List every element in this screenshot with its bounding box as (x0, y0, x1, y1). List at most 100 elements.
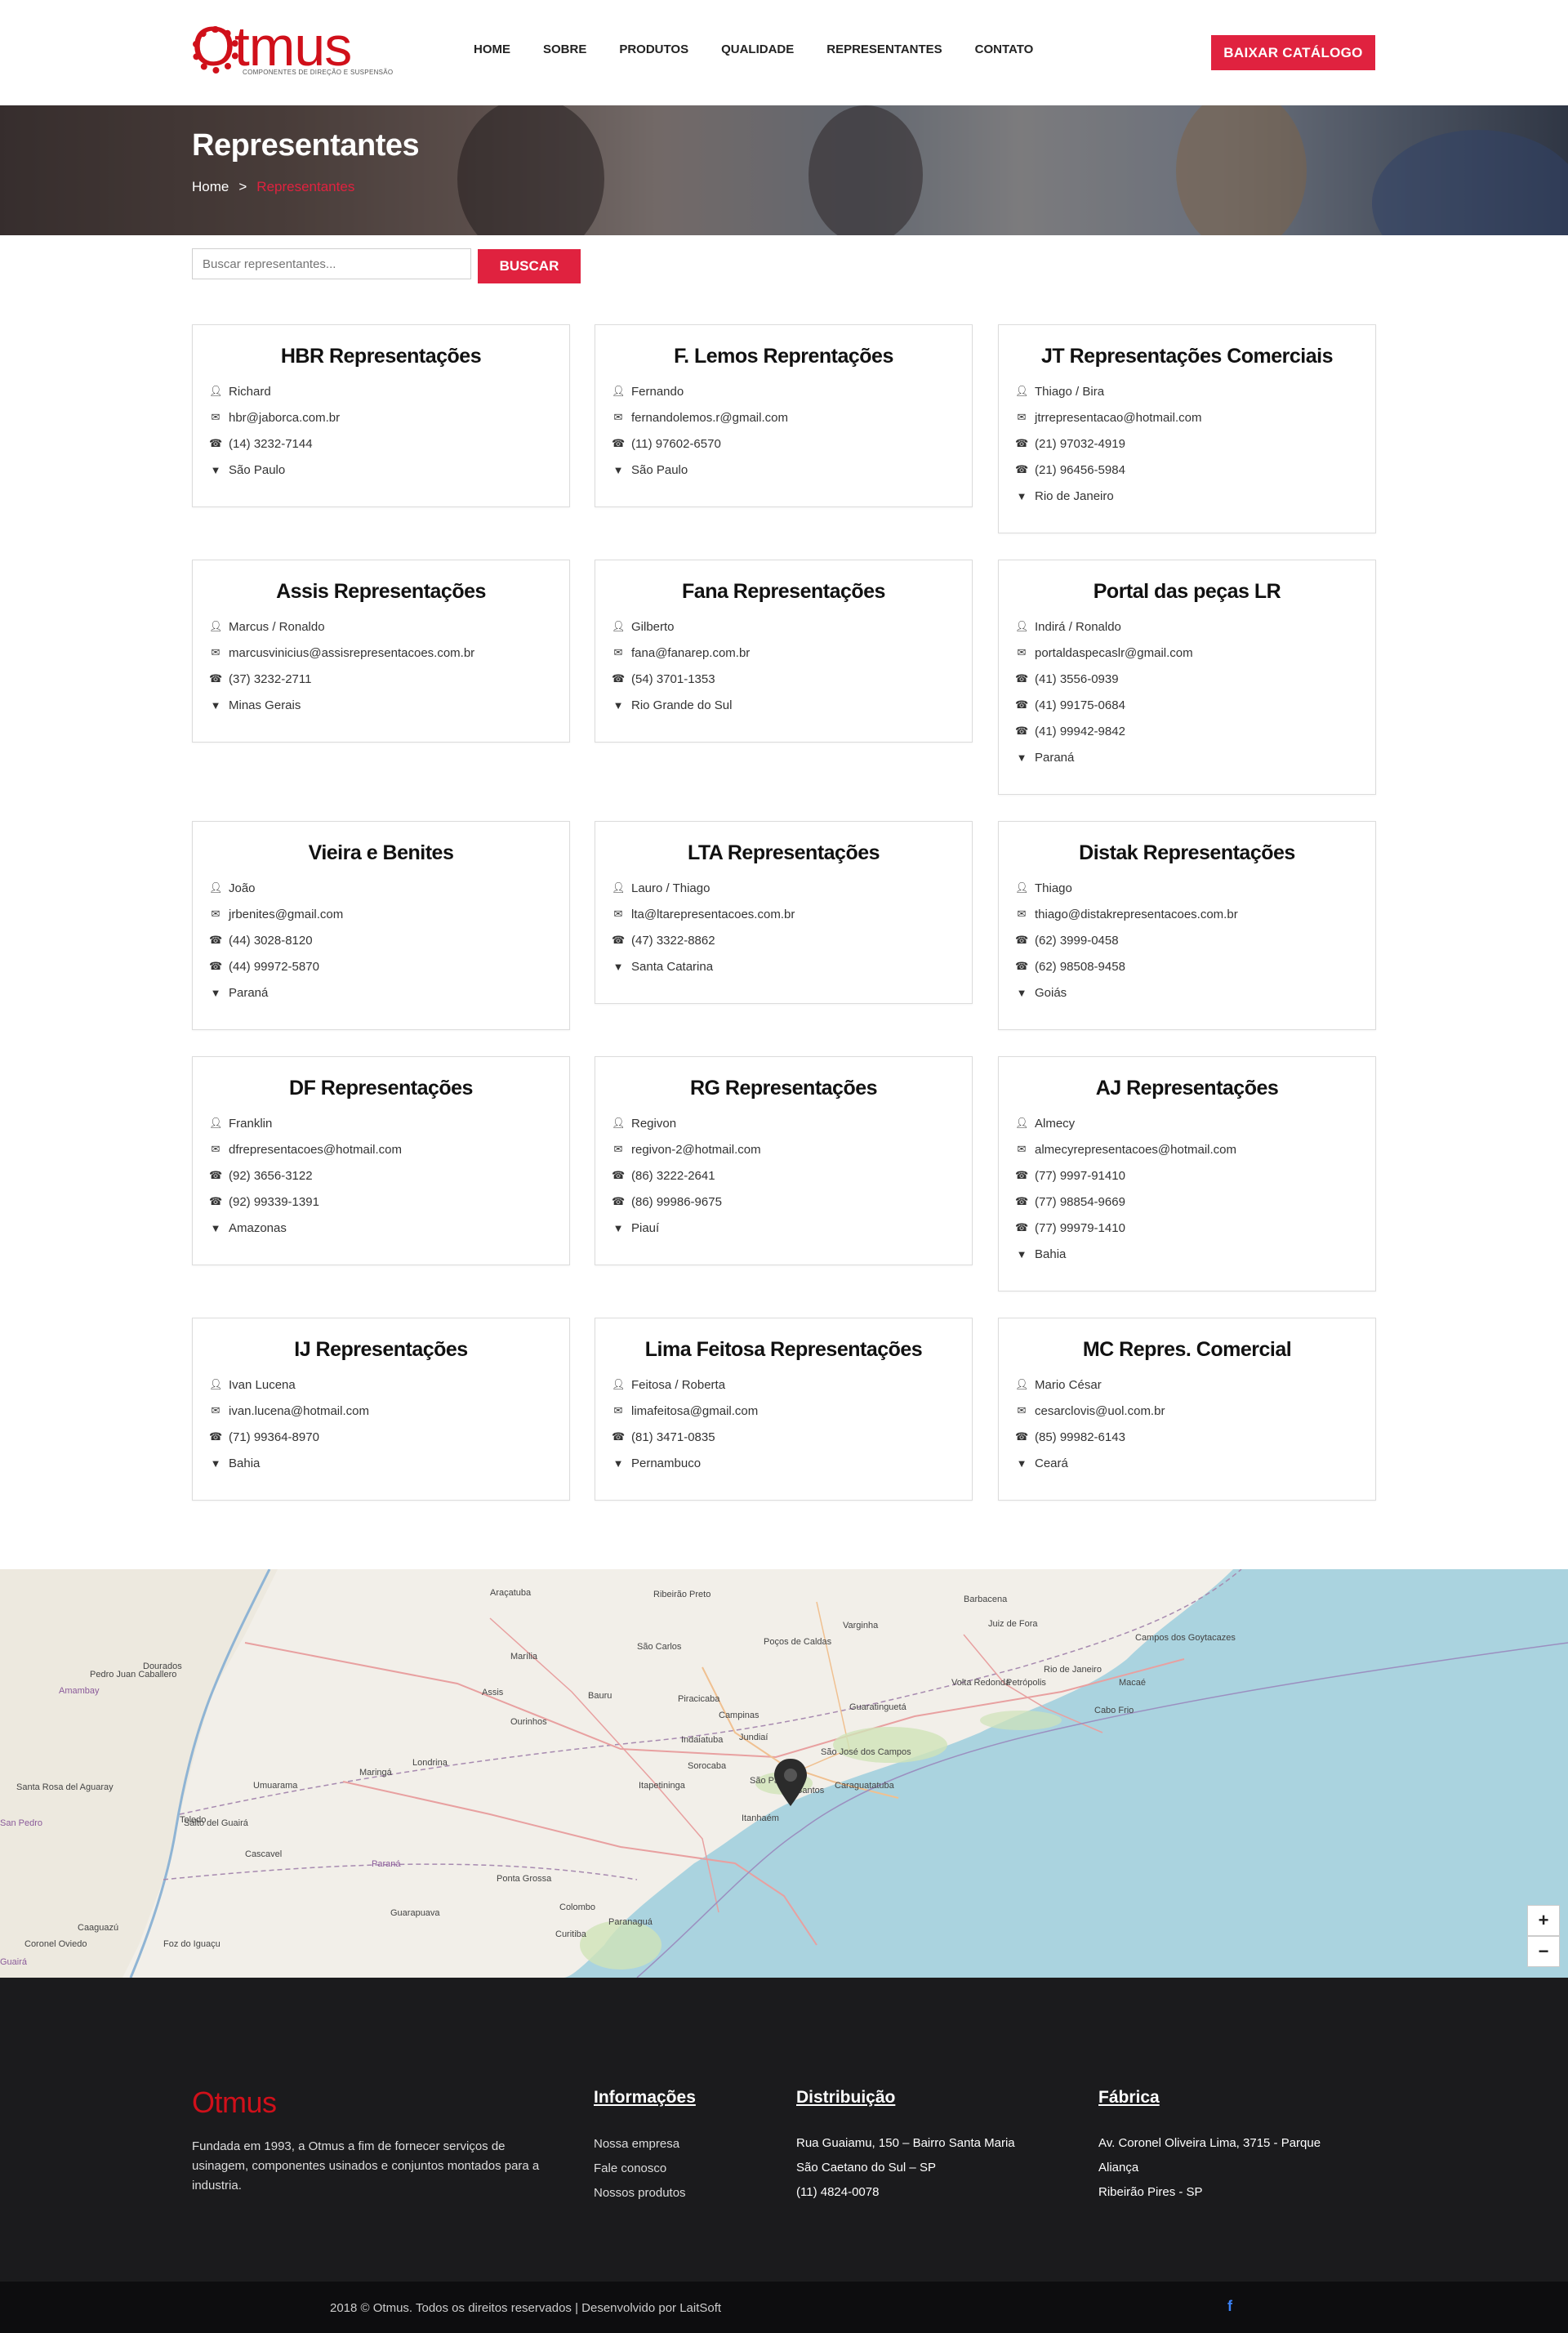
contact-phone-text[interactable]: (77) 9997-91410 (1035, 1169, 1125, 1183)
contact-email-text[interactable]: lta@ltarepresentacoes.com.br (631, 908, 795, 921)
contact-phone[interactable]: ☎ (62) 3999-0458 (999, 927, 1375, 953)
contact-phone-text[interactable]: (85) 99982-6143 (1035, 1430, 1125, 1444)
contact-email[interactable]: ✉ jrbenites@gmail.com (193, 901, 569, 927)
contact-phone-text[interactable]: (86) 99986-9675 (631, 1195, 722, 1209)
contact-email[interactable]: ✉ limafeitosa@gmail.com (595, 1398, 972, 1424)
contact-phone-text[interactable]: (41) 3556-0939 (1035, 672, 1119, 686)
contact-phone[interactable]: ☎ (77) 9997-91410 (999, 1162, 1375, 1189)
contact-phone-text[interactable]: (41) 99942-9842 (1035, 725, 1125, 738)
contact-phone[interactable]: ☎ (21) 97032-4919 (999, 430, 1375, 457)
download-catalog-button[interactable]: BAIXAR CATÁLOGO (1211, 35, 1375, 70)
footer-link-nossa-empresa[interactable]: Nossa empresa (594, 2137, 679, 2151)
contact-phone-text[interactable]: (37) 3232-2711 (229, 672, 311, 686)
representatives-map[interactable]: Araçatuba Ribeirão Preto Barbacena Juiz de … (0, 1569, 1568, 1978)
contact-phone-text[interactable]: (21) 97032-4919 (1035, 437, 1125, 451)
contact-phone[interactable]: ☎ (37) 3232-2711 (193, 666, 569, 692)
contact-phone-text[interactable]: (44) 99972-5870 (229, 960, 319, 974)
contact-email[interactable]: ✉ lta@ltarepresentacoes.com.br (595, 901, 972, 927)
footer-link-fale-conosco[interactable]: Fale conosco (594, 2161, 666, 2175)
contact-phone[interactable]: ☎ (77) 98854-9669 (999, 1189, 1375, 1215)
contact-phone[interactable]: ☎ (85) 99982-6143 (999, 1424, 1375, 1450)
contact-phone[interactable]: ☎ (92) 99339-1391 (193, 1189, 569, 1215)
contact-email-text[interactable]: jtrrepresentacao@hotmail.com (1035, 411, 1201, 425)
contact-phone[interactable]: ☎ (41) 3556-0939 (999, 666, 1375, 692)
contact-email[interactable]: ✉ portaldaspecaslr@gmail.com (999, 640, 1375, 666)
nav-home[interactable]: HOME (474, 42, 510, 56)
contact-phone-text[interactable]: (54) 3701-1353 (631, 672, 715, 686)
contact-phone[interactable]: ☎ (14) 3232-7144 (193, 430, 569, 457)
contact-phone[interactable]: ☎ (11) 97602-6570 (595, 430, 972, 457)
contact-email-text[interactable]: almecyrepresentacoes@hotmail.com (1035, 1143, 1236, 1157)
contact-email-text[interactable]: ivan.lucena@hotmail.com (229, 1404, 369, 1418)
contact-email[interactable]: ✉ jtrrepresentacao@hotmail.com (999, 404, 1375, 430)
contact-email[interactable]: ✉ ivan.lucena@hotmail.com (193, 1398, 569, 1424)
contact-email-text[interactable]: fernandolemos.r@gmail.com (631, 411, 788, 425)
contact-email-text[interactable]: jrbenites@gmail.com (229, 908, 343, 921)
contact-phone[interactable]: ☎ (41) 99942-9842 (999, 718, 1375, 744)
contact-phone-text[interactable]: (77) 98854-9669 (1035, 1195, 1125, 1209)
contact-phone[interactable]: ☎ (21) 96456-5984 (999, 457, 1375, 483)
contact-email-text[interactable]: cesarclovis@uol.com.br (1035, 1404, 1165, 1418)
contact-phone[interactable]: ☎ (81) 3471-0835 (595, 1424, 972, 1450)
contact-email-text[interactable]: dfrepresentacoes@hotmail.com (229, 1143, 402, 1157)
search-representatives-input[interactable] (192, 248, 471, 279)
contact-email[interactable]: ✉ regivon-2@hotmail.com (595, 1136, 972, 1162)
contact-phone[interactable]: ☎ (47) 3322-8862 (595, 927, 972, 953)
contact-email[interactable]: ✉ hbr@jaborca.com.br (193, 404, 569, 430)
contact-email[interactable]: ✉ almecyrepresentacoes@hotmail.com (999, 1136, 1375, 1162)
contact-phone[interactable]: ☎ (86) 3222-2641 (595, 1162, 972, 1189)
contact-phone[interactable]: ☎ (44) 99972-5870 (193, 953, 569, 979)
contact-phone-text[interactable]: (71) 99364-8970 (229, 1430, 319, 1444)
contact-email[interactable]: ✉ marcusvinicius@assisrepresentacoes.com.… (193, 640, 569, 666)
contact-phone-text[interactable]: (81) 3471-0835 (631, 1430, 715, 1444)
footer-distribution-phone: (11) 4824-0078 (796, 2185, 880, 2199)
contact-phone-text[interactable]: (86) 3222-2641 (631, 1169, 715, 1183)
footer-link-nossos-produtos[interactable]: Nossos produtos (594, 2186, 686, 2200)
contact-email[interactable]: ✉ cesarclovis@uol.com.br (999, 1398, 1375, 1424)
contact-phone-text[interactable]: (14) 3232-7144 (229, 437, 313, 451)
nav-contato[interactable]: CONTATO (975, 42, 1034, 56)
contact-email-text[interactable]: regivon-2@hotmail.com (631, 1143, 761, 1157)
nav-produtos[interactable]: PRODUTOS (619, 42, 688, 56)
nav-sobre[interactable]: SOBRE (543, 42, 586, 56)
contact-email-text[interactable]: marcusvinicius@assisrepresentacoes.com.b… (229, 646, 474, 660)
facebook-icon[interactable]: f (1227, 2298, 1232, 2315)
contact-phone-text[interactable]: (62) 3999-0458 (1035, 934, 1119, 948)
contact-email[interactable]: ✉ dfrepresentacoes@hotmail.com (193, 1136, 569, 1162)
contact-phone[interactable]: ☎ (71) 99364-8970 (193, 1424, 569, 1450)
contact-email-text[interactable]: limafeitosa@gmail.com (631, 1404, 758, 1418)
contact-phone[interactable]: ☎ (92) 3656-3122 (193, 1162, 569, 1189)
footer-logo[interactable]: Otmus (192, 2085, 277, 2120)
contact-email-text[interactable]: portaldaspecaslr@gmail.com (1035, 646, 1193, 660)
nav-representantes[interactable]: REPRESENTANTES (826, 42, 942, 56)
search-button[interactable]: BUSCAR (478, 249, 581, 283)
contact-email[interactable]: ✉ thiago@distakrepresentacoes.com.br (999, 901, 1375, 927)
map-zoom-out-button[interactable]: − (1527, 1936, 1560, 1967)
contact-email[interactable]: ✉ fana@fanarep.com.br (595, 640, 972, 666)
map-zoom-in-button[interactable]: + (1527, 1905, 1560, 1936)
otmus-logo[interactable]: Otmus COMPONENTES DE DIREÇÃO E SUSPENSÃO (192, 16, 393, 82)
contact-phone[interactable]: ☎ (41) 99175-0684 (999, 692, 1375, 718)
contact-phone[interactable]: ☎ (86) 99986-9675 (595, 1189, 972, 1215)
contact-phone-text[interactable]: (44) 3028-8120 (229, 934, 313, 948)
contact-phone[interactable]: ☎ (44) 3028-8120 (193, 927, 569, 953)
contact-phone-text[interactable]: (11) 97602-6570 (631, 437, 721, 451)
contact-phone[interactable]: ☎ (62) 98508-9458 (999, 953, 1375, 979)
contact-phone[interactable]: ☎ (77) 99979-1410 (999, 1215, 1375, 1241)
contact-phone-text[interactable]: (62) 98508-9458 (1035, 960, 1125, 974)
contact-email-text[interactable]: hbr@jaborca.com.br (229, 411, 340, 425)
contact-phone-text[interactable]: (41) 99175-0684 (1035, 698, 1125, 712)
contact-person-text: Richard (229, 384, 271, 399)
contact-phone-text[interactable]: (47) 3322-8862 (631, 934, 715, 948)
contact-phone-text[interactable]: (21) 96456-5984 (1035, 463, 1125, 477)
breadcrumb-home[interactable]: Home (192, 179, 229, 195)
contact-phone-text[interactable]: (77) 99979-1410 (1035, 1221, 1125, 1235)
contact-email[interactable]: ✉ fernandolemos.r@gmail.com (595, 404, 972, 430)
contact-email-text[interactable]: thiago@distakrepresentacoes.com.br (1035, 908, 1238, 921)
contact-phone-text[interactable]: (92) 3656-3122 (229, 1169, 313, 1183)
nav-qualidade[interactable]: QUALIDADE (721, 42, 794, 56)
contact-phone-text[interactable]: (92) 99339-1391 (229, 1195, 319, 1209)
contact-region-text: Minas Gerais (229, 698, 301, 712)
contact-phone[interactable]: ☎ (54) 3701-1353 (595, 666, 972, 692)
contact-email-text[interactable]: fana@fanarep.com.br (631, 646, 750, 660)
